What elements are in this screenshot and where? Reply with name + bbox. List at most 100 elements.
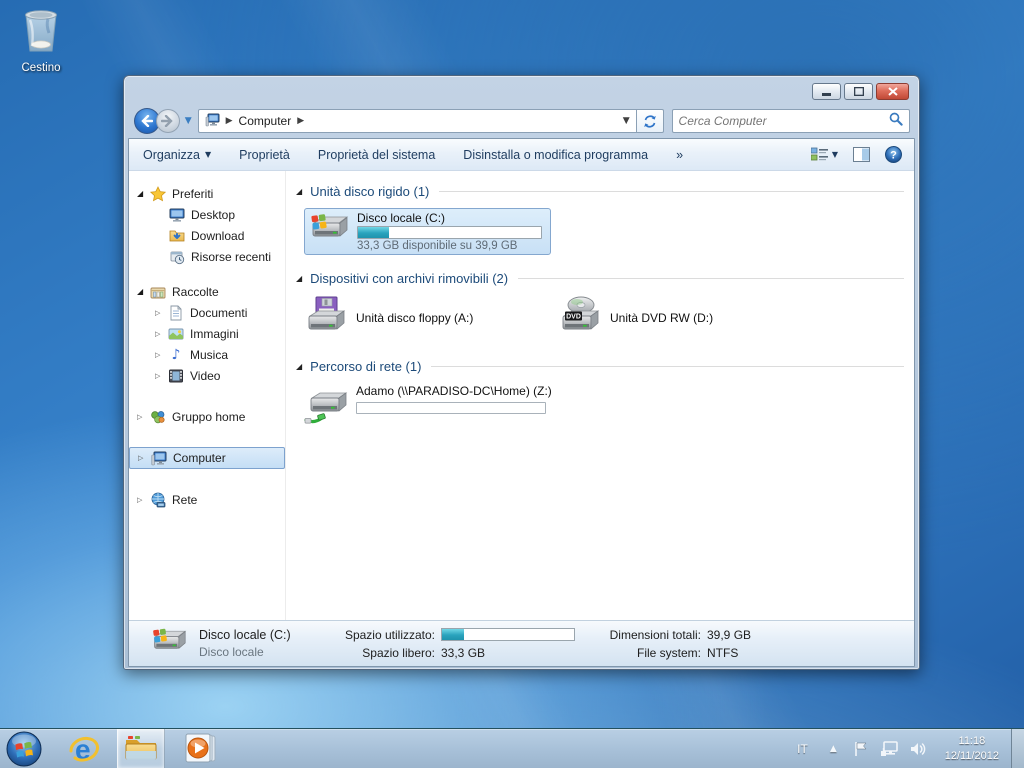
refresh-button[interactable] [636, 109, 664, 133]
section-expanded-icon[interactable]: ◢ [296, 274, 302, 283]
pictures-icon [168, 326, 184, 342]
maximize-button[interactable] [844, 83, 873, 100]
recent-places-icon [169, 249, 185, 265]
close-button[interactable] [876, 83, 909, 100]
windows-orb-icon [6, 731, 42, 766]
start-button[interactable] [6, 731, 42, 767]
properties-button[interactable]: Proprietà [239, 148, 290, 162]
videos-icon [168, 368, 184, 384]
search-box[interactable] [671, 109, 910, 133]
sidebar-item-documents[interactable]: ▷ Documenti [129, 302, 285, 323]
organize-menu-button[interactable]: Organizza ▼ [143, 148, 211, 162]
collapsed-arrow-icon[interactable]: ▷ [155, 309, 168, 317]
action-center-flag-icon[interactable] [847, 741, 874, 757]
forward-button[interactable] [155, 109, 180, 133]
section-rule [518, 277, 904, 279]
history-dropdown-icon[interactable]: ▼ [185, 116, 192, 126]
section-header-removable[interactable]: ◢ Dispositivi con archivi rimovibili (2) [294, 268, 908, 288]
section-header-hdd[interactable]: ◢ Unità disco rigido (1) [294, 181, 908, 201]
views-icon [810, 147, 828, 161]
details-drive-type: Disco locale [199, 645, 264, 659]
uninstall-program-button[interactable]: Disinstalla o modifica programma [463, 148, 648, 162]
expanded-arrow-icon[interactable]: ◢ [137, 287, 150, 296]
command-bar: Organizza ▼ Proprietà Proprietà del siste… [129, 139, 914, 171]
sidebar-item-download[interactable]: Download [129, 225, 285, 246]
system-tray: IT ▲ 11:18 12/11/2012 [785, 728, 1024, 768]
change-view-button[interactable]: ▼ [810, 147, 838, 162]
details-free-value: 33,3 GB [441, 645, 486, 660]
sidebar-item-favorites[interactable]: ◢ Preferiti [129, 183, 285, 204]
preview-pane-button[interactable] [853, 147, 870, 162]
drive-item-dvd[interactable]: DVD Unità DVD RW (D:) [558, 294, 812, 342]
recycle-bin-desktop-icon[interactable]: Cestino [12, 6, 70, 74]
sidebar-item-libraries[interactable]: ◢ Raccolte [129, 281, 285, 302]
hard-drive-icon [309, 209, 349, 254]
collapsed-arrow-icon[interactable]: ▷ [155, 351, 168, 359]
volume-tray-icon[interactable] [904, 741, 933, 757]
section-header-network[interactable]: ◢ Percorso di rete (1) [294, 356, 908, 376]
client-area: Organizza ▼ Proprietà Proprietà del siste… [128, 138, 915, 667]
network-drive-usage-bar [356, 402, 546, 414]
sidebar-item-network[interactable]: ▷ Rete [129, 489, 285, 510]
network-tray-icon[interactable] [874, 740, 904, 757]
drive-item-floppy[interactable]: Unità disco floppy (A:) [304, 294, 558, 342]
dvd-drive-icon: DVD [558, 294, 602, 343]
drive-item-network-z[interactable]: Adamo (\\PARADISO-DC\Home) (Z:) [304, 384, 908, 433]
network-icon [150, 492, 166, 508]
computer-icon [151, 450, 167, 466]
breadcrumb-computer[interactable]: Computer [239, 114, 292, 128]
collapsed-arrow-icon[interactable]: ▷ [155, 372, 168, 380]
expanded-arrow-icon[interactable]: ◢ [137, 189, 150, 198]
items-view: ◢ Unità disco rigido (1) Disco locale (C… [286, 171, 914, 620]
sidebar-item-recent-places[interactable]: Risorse recenti [129, 246, 285, 267]
details-pane: Disco locale (C:) Disco locale Spazio ut… [129, 620, 914, 666]
collapsed-arrow-icon[interactable]: ▷ [155, 330, 168, 338]
drive-item-c[interactable]: Disco locale (C:) 33,3 GB disponibile su… [304, 208, 551, 255]
svg-text:DVD: DVD [566, 313, 581, 320]
toolbar-overflow-button[interactable]: » [676, 148, 683, 162]
show-desktop-button[interactable] [1011, 728, 1024, 768]
details-total-value: 39,9 GB [707, 627, 752, 642]
sidebar-item-music[interactable]: ▷ ♪ Musica [129, 344, 285, 365]
collapsed-arrow-icon[interactable]: ▷ [137, 413, 150, 421]
details-drive-name: Disco locale (C:) [199, 628, 291, 642]
details-usage-bar [441, 628, 575, 641]
language-indicator[interactable]: IT [785, 742, 820, 756]
music-icon: ♪ [171, 346, 181, 363]
details-fs-label: File system: [636, 645, 701, 660]
media-player-button[interactable] [183, 733, 217, 765]
sidebar-item-desktop[interactable]: Desktop [129, 204, 285, 225]
internet-explorer-button[interactable]: e [68, 733, 100, 765]
details-used-label: Spazio utilizzato: [344, 627, 435, 642]
sidebar-item-homegroup[interactable]: ▷ Gruppo home [129, 406, 285, 427]
details-fs-value: NTFS [707, 645, 739, 660]
search-input[interactable] [678, 114, 889, 128]
sidebar-item-videos[interactable]: ▷ Video [129, 365, 285, 386]
address-bar[interactable]: ▶ Computer ▶ ▼ [197, 109, 637, 133]
section-expanded-icon[interactable]: ◢ [296, 362, 302, 371]
internet-explorer-icon: e [69, 734, 99, 765]
sidebar-item-pictures[interactable]: ▷ Immagini [129, 323, 285, 344]
floppy-drive-name: Unità disco floppy (A:) [356, 311, 474, 325]
chevron-down-icon: ▼ [204, 150, 212, 159]
explorer-taskbar-button[interactable] [117, 729, 165, 768]
search-icon[interactable] [889, 112, 903, 131]
show-hidden-icons-button[interactable]: ▲ [820, 744, 847, 754]
breadcrumb-separator-icon[interactable]: ▶ [297, 116, 304, 126]
section-expanded-icon[interactable]: ◢ [296, 187, 302, 196]
section-rule [431, 365, 904, 367]
minimize-button[interactable] [812, 83, 841, 100]
title-bar[interactable] [124, 76, 919, 104]
help-button[interactable]: ? [885, 146, 902, 163]
media-player-icon [185, 733, 216, 762]
homegroup-icon [150, 409, 166, 425]
address-dropdown-icon[interactable]: ▼ [623, 116, 630, 126]
collapsed-arrow-icon[interactable]: ▷ [137, 496, 150, 504]
explorer-folder-icon [125, 735, 157, 759]
system-properties-button[interactable]: Proprietà del sistema [318, 148, 435, 162]
clock[interactable]: 11:18 12/11/2012 [933, 734, 1009, 764]
sidebar-item-computer[interactable]: ▷ Computer [129, 447, 285, 469]
collapsed-arrow-icon[interactable]: ▷ [138, 454, 151, 462]
drive-c-free-space: 33,3 GB disponibile su 39,9 GB [357, 240, 518, 252]
navigation-bar: ▼ ▶ Computer ▶ ▼ [124, 104, 919, 138]
